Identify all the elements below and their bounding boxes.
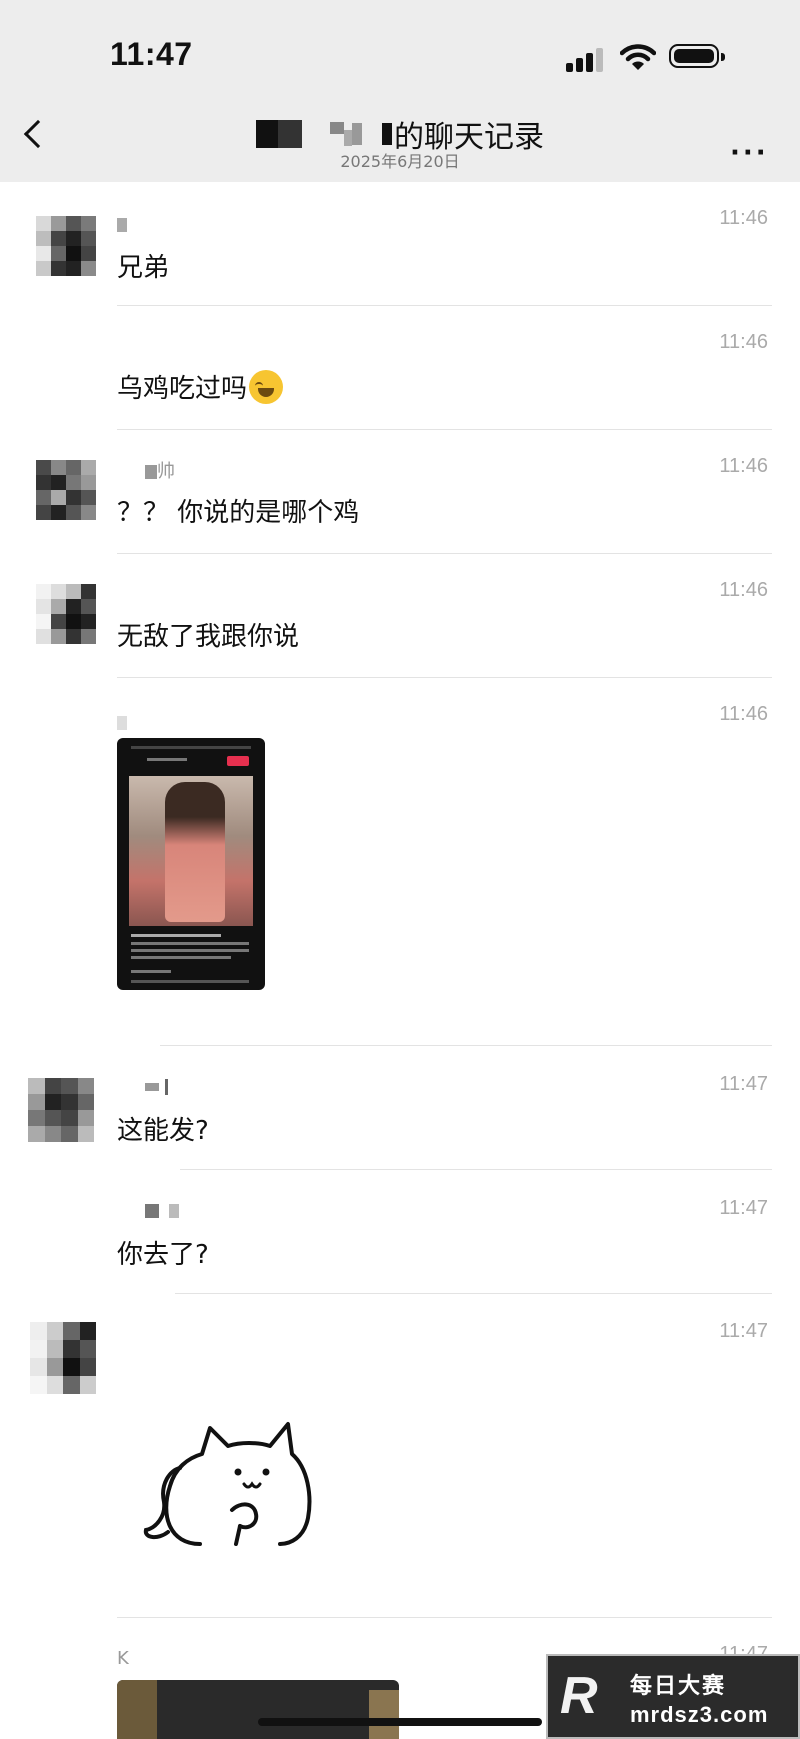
avatar[interactable] xyxy=(36,216,96,276)
divider xyxy=(175,1293,772,1294)
cellular-signal-icon xyxy=(566,46,608,72)
message-time: 11:46 xyxy=(719,331,768,353)
divider xyxy=(160,1045,772,1046)
message-time: 11:47 xyxy=(719,1197,768,1219)
sender-name xyxy=(117,214,127,235)
wifi-icon xyxy=(620,44,656,70)
status-time: 11:47 xyxy=(110,36,193,72)
message-time: 11:47 xyxy=(719,1073,768,1095)
sender-name xyxy=(117,1076,168,1097)
laughing-tears-emoji-icon xyxy=(249,370,284,404)
battery-icon xyxy=(669,44,725,68)
avatar[interactable] xyxy=(30,1322,96,1394)
sender-name: 帅 xyxy=(117,457,175,483)
video-message-thumbnail[interactable] xyxy=(117,1680,399,1739)
avatar[interactable] xyxy=(28,1078,94,1142)
sender-name xyxy=(117,1200,179,1221)
avatar[interactable] xyxy=(36,584,96,644)
divider xyxy=(117,553,772,554)
message-time: 11:46 xyxy=(719,207,768,229)
divider xyxy=(117,677,772,678)
message-text[interactable]: 你去了? xyxy=(117,1234,209,1271)
divider xyxy=(117,1617,772,1618)
watermark-url: mrdsz3.com xyxy=(630,1702,769,1727)
message-time: 11:47 xyxy=(719,1320,768,1342)
top-bar: 11:47 的聊天记录 2025年6月20日 ··· xyxy=(0,0,800,182)
divider xyxy=(117,305,772,306)
more-options-button[interactable]: ··· xyxy=(730,138,769,168)
message-time: 11:46 xyxy=(719,703,768,725)
home-indicator[interactable] xyxy=(258,1718,542,1726)
message-time: 11:46 xyxy=(719,579,768,601)
message-text[interactable]: 这能发? xyxy=(117,1110,209,1147)
message-text[interactable]: 乌鸡吃过吗 xyxy=(117,368,284,405)
message-text[interactable]: 兄弟 xyxy=(117,247,169,284)
shared-screenshot-image[interactable] xyxy=(117,738,265,990)
sender-name: K xyxy=(117,1648,129,1669)
watermark-brand: 每日大赛 xyxy=(630,1673,727,1698)
sender-name xyxy=(117,712,127,733)
watermark-logo: R 每日大赛 mrdsz3.com xyxy=(546,1654,800,1739)
message-time: 11:46 xyxy=(719,455,768,477)
divider xyxy=(180,1169,772,1170)
message-text-content: 乌鸡吃过吗 xyxy=(117,374,248,404)
watermark-letter: R xyxy=(560,1667,598,1725)
message-text[interactable]: 无敌了我跟你说 xyxy=(117,616,299,653)
message-text[interactable]: ？？ 你说的是哪个鸡 xyxy=(117,492,359,529)
divider xyxy=(117,429,772,430)
chat-date: 2025年6月20日 xyxy=(340,152,460,171)
cat-sticker-image[interactable] xyxy=(140,1406,320,1546)
avatar[interactable] xyxy=(36,460,96,520)
